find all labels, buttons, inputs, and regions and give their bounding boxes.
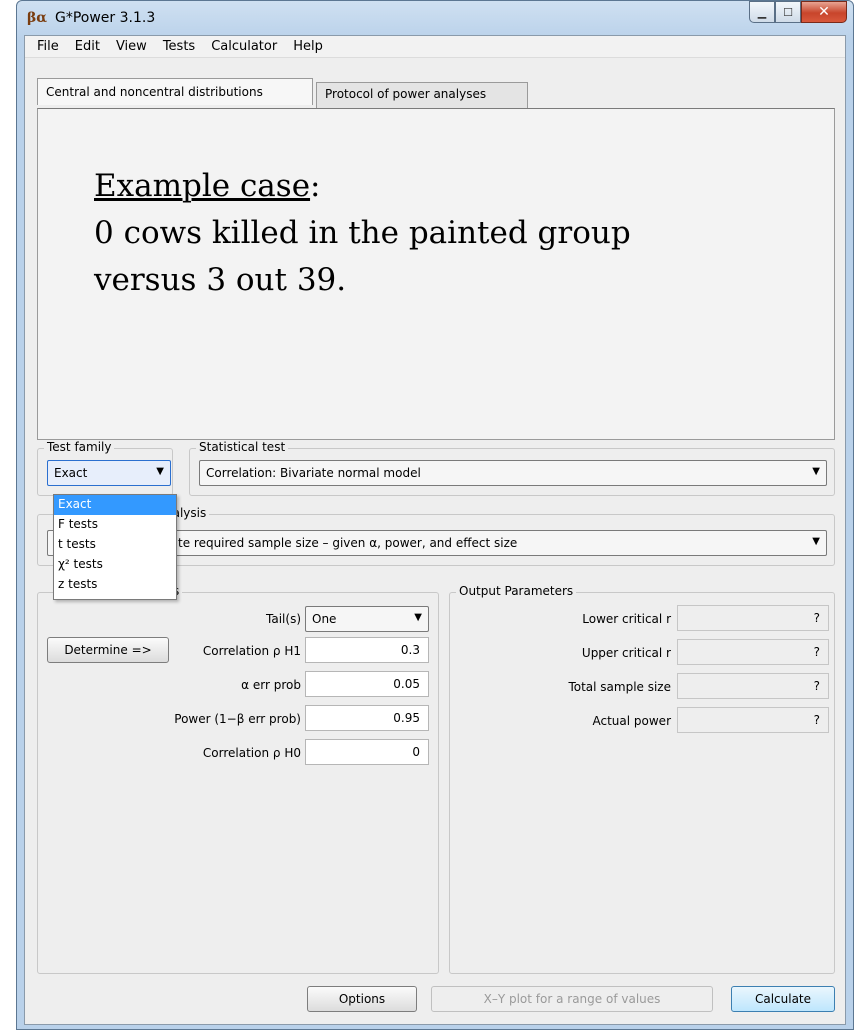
app-window: βα G*Power 3.1.3 ▁ ☐ ✕ File Edit View Te… (16, 0, 854, 1030)
title-bar[interactable]: βα G*Power 3.1.3 ▁ ☐ ✕ (17, 1, 853, 35)
example-heading: Example case (94, 168, 311, 204)
upper-critical-r-label: Upper critical r (581, 646, 671, 660)
menu-bar: File Edit View Tests Calculator Help (25, 36, 845, 58)
chevron-down-icon: ▼ (812, 466, 820, 477)
actual-power-value: ? (677, 707, 829, 733)
chevron-down-icon: ▼ (812, 536, 820, 547)
menu-help[interactable]: Help (285, 39, 331, 54)
tails-label: Tail(s) (266, 612, 301, 626)
output-parameters-label: Output Parameters (456, 584, 577, 598)
total-sample-size-label: Total sample size (568, 680, 671, 694)
power-input[interactable]: 0.95 (305, 705, 429, 731)
actual-power-label: Actual power (592, 714, 672, 728)
statistical-test-label: Statistical test (196, 440, 289, 454)
maximize-button[interactable]: ☐ (775, 1, 801, 23)
statistical-test-value: Correlation: Bivariate normal model (206, 466, 421, 480)
alpha-input[interactable]: 0.05 (305, 671, 429, 697)
example-line-1: 0 cows killed in the painted group (94, 215, 631, 251)
power-label: Power (1−β err prob) (174, 712, 301, 726)
rho-h1-label: Correlation ρ H1 (202, 644, 301, 658)
chevron-down-icon: ▼ (156, 466, 164, 477)
rho-h0-input[interactable]: 0 (305, 739, 429, 765)
alpha-label: α err prob (241, 678, 301, 692)
xy-plot-button[interactable]: X–Y plot for a range of values (431, 986, 713, 1012)
options-button[interactable]: Options (307, 986, 417, 1012)
test-family-option[interactable]: χ² tests (54, 555, 176, 575)
power-analysis-value: te required sample size – given α, power… (178, 536, 518, 550)
calculate-button[interactable]: Calculate (731, 986, 835, 1012)
total-sample-size-value: ? (677, 673, 829, 699)
close-button[interactable]: ✕ (801, 1, 847, 23)
distribution-panel: Example case: 0 cows killed in the paint… (37, 108, 835, 440)
determine-button[interactable]: Determine => (47, 637, 169, 663)
test-family-option[interactable]: Exact (54, 495, 176, 515)
test-family-dropdown: Exact F tests t tests χ² tests z tests (53, 494, 177, 600)
upper-critical-r-value: ? (677, 639, 829, 665)
lower-critical-r-label: Lower critical r (582, 612, 671, 626)
test-family-label: Test family (44, 440, 115, 454)
menu-calculator[interactable]: Calculator (203, 39, 285, 54)
test-family-select[interactable]: Exact ▼ (47, 460, 171, 486)
maximize-icon: ☐ (783, 5, 793, 19)
menu-view[interactable]: View (108, 39, 155, 54)
window-title: G*Power 3.1.3 (55, 10, 156, 26)
test-family-option[interactable]: z tests (54, 575, 176, 595)
statistical-test-select[interactable]: Correlation: Bivariate normal model ▼ (199, 460, 827, 486)
minimize-icon: ▁ (757, 5, 767, 19)
rho-h0-label: Correlation ρ H0 (202, 746, 301, 760)
menu-edit[interactable]: Edit (67, 39, 108, 54)
tab-distributions[interactable]: Central and noncentral distributions (37, 78, 313, 105)
window-controls: ▁ ☐ ✕ (749, 1, 847, 23)
test-family-value: Exact (54, 466, 88, 480)
example-heading-colon: : (310, 168, 321, 204)
tails-value: One (312, 612, 337, 626)
slide-annotation: Example case: 0 cows killed in the paint… (94, 163, 631, 304)
minimize-button[interactable]: ▁ (749, 1, 775, 23)
tab-protocol[interactable]: Protocol of power analyses (316, 82, 528, 108)
example-line-2: versus 3 out 39. (94, 262, 347, 298)
lower-critical-r-value: ? (677, 605, 829, 631)
rho-h1-input[interactable]: 0.3 (305, 637, 429, 663)
tails-select[interactable]: One ▼ (305, 606, 429, 632)
test-family-option[interactable]: F tests (54, 515, 176, 535)
client-area: File Edit View Tests Calculator Help Cen… (24, 35, 846, 1025)
close-icon: ✕ (818, 4, 830, 20)
menu-file[interactable]: File (29, 39, 67, 54)
test-family-option[interactable]: t tests (54, 535, 176, 555)
menu-tests[interactable]: Tests (155, 39, 203, 54)
gpower-app-icon: βα (27, 10, 48, 26)
chevron-down-icon: ▼ (414, 612, 422, 623)
